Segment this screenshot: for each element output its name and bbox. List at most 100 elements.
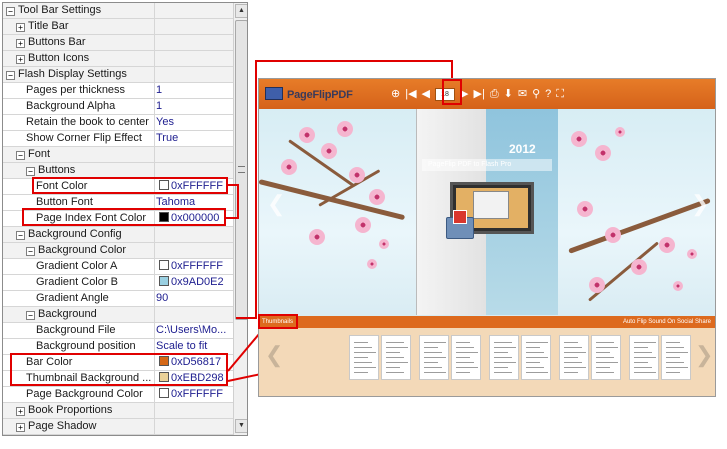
search-icon[interactable]: ⚲ [532, 87, 540, 101]
category-row[interactable]: − Tool Bar Settings [3, 3, 233, 19]
page-thumbnail[interactable] [381, 335, 411, 380]
category-row[interactable]: + Page Shadow [3, 419, 233, 435]
page-thumbnail[interactable] [489, 335, 519, 380]
fullscreen-icon[interactable]: ⛶ [556, 87, 564, 101]
collapse-icon[interactable]: − [6, 71, 15, 80]
property-value[interactable]: 0x000000 [156, 211, 233, 226]
next-arrow-icon[interactable]: ❯ [691, 191, 709, 217]
open-book[interactable]: 2012 PageFlip PDF to Flash Pro [416, 109, 558, 315]
next-page-icon[interactable]: ▶ [460, 87, 468, 101]
thumbnail-text-line [386, 347, 408, 348]
page-thumbnail[interactable] [419, 335, 449, 380]
page-thumbnail[interactable] [349, 335, 379, 380]
property-row[interactable]: Gradient Color A 0xFFFFFF [3, 259, 233, 275]
property-value [156, 3, 233, 18]
thumbnail-text-line [526, 352, 544, 353]
thumbnails-tab[interactable]: Thumbnails [262, 317, 293, 327]
property-value[interactable]: 1 [156, 83, 233, 98]
category-row[interactable]: − Font [3, 147, 233, 163]
category-row[interactable]: + Button Icons [3, 51, 233, 67]
collapse-icon[interactable]: − [16, 151, 25, 160]
category-row[interactable]: − Background [3, 307, 233, 323]
color-swatch[interactable] [159, 388, 169, 398]
property-row[interactable]: Button Font Tahoma [3, 195, 233, 211]
bottom-options[interactable]: Auto Flip Sound On Social Share [623, 317, 711, 327]
collapse-icon[interactable]: − [26, 247, 35, 256]
property-value[interactable]: 90 [156, 291, 233, 306]
thumb-next-arrow-icon[interactable]: ❯ [695, 342, 713, 368]
property-value[interactable]: 0x9AD0E2 [156, 275, 233, 290]
color-swatch[interactable] [159, 212, 169, 222]
property-value[interactable]: Yes [156, 115, 233, 130]
page-thumbnail[interactable] [559, 335, 589, 380]
vertical-scrollbar[interactable]: ▲ ▼ [233, 3, 247, 435]
color-swatch[interactable] [159, 356, 169, 366]
page-thumbnail[interactable] [629, 335, 659, 380]
property-value[interactable]: True [156, 131, 233, 146]
property-value-text: 0x000000 [171, 212, 220, 224]
thumbnail-text-line [666, 347, 684, 348]
expand-icon[interactable]: + [16, 55, 25, 64]
page-thumbnail[interactable] [451, 335, 481, 380]
color-swatch[interactable] [159, 180, 169, 190]
prev-arrow-icon[interactable]: ❮ [267, 191, 285, 217]
page-thumbnail[interactable] [521, 335, 551, 380]
email-icon[interactable]: ✉ [518, 87, 527, 101]
last-page-icon[interactable]: ▶| [473, 87, 484, 101]
category-row[interactable]: + Book Proportions [3, 403, 233, 419]
property-row[interactable]: Bar Color 0xD56817 [3, 355, 233, 371]
property-value[interactable]: 0xFFFFFF [156, 179, 233, 194]
color-swatch[interactable] [159, 372, 169, 382]
expand-icon[interactable]: + [16, 23, 25, 32]
expand-icon[interactable]: + [16, 39, 25, 48]
prev-page-icon[interactable]: ◀ [422, 87, 430, 101]
scrollbar-thumb[interactable] [235, 20, 247, 320]
page-thumbnail[interactable] [591, 335, 621, 380]
zoom-in-icon[interactable]: ⊕ [391, 87, 400, 101]
property-row[interactable]: Font Color 0xFFFFFF [3, 179, 233, 195]
property-value[interactable]: Tahoma [156, 195, 233, 210]
collapse-icon[interactable]: − [16, 231, 25, 240]
download-icon[interactable]: ⬇ [504, 87, 513, 101]
property-value[interactable]: 1 [156, 99, 233, 114]
property-row[interactable]: Background position Scale to fit [3, 339, 233, 355]
property-row[interactable]: Show Corner Flip Effect True [3, 131, 233, 147]
category-row[interactable]: + Buttons Bar [3, 35, 233, 51]
category-row[interactable]: − Background Color [3, 243, 233, 259]
first-page-icon[interactable]: |◀ [405, 87, 416, 101]
scroll-up-arrow-icon[interactable]: ▲ [235, 4, 247, 18]
property-row[interactable]: Pages per thickness 1 [3, 83, 233, 99]
category-row[interactable]: − Background Config [3, 227, 233, 243]
help-icon[interactable]: ? [545, 87, 551, 101]
property-value[interactable]: 0xD56817 [156, 355, 233, 370]
scroll-down-arrow-icon[interactable]: ▼ [235, 419, 247, 433]
property-row[interactable]: Background Alpha 1 [3, 99, 233, 115]
collapse-icon[interactable]: − [26, 311, 35, 320]
category-row[interactable]: − Buttons [3, 163, 233, 179]
category-row[interactable]: + Title Bar [3, 19, 233, 35]
property-row[interactable]: Background File C:\Users\Mo... [3, 323, 233, 339]
property-row[interactable]: Gradient Color B 0x9AD0E2 [3, 275, 233, 291]
property-value[interactable]: 0xEBD298 [156, 371, 233, 386]
thumbnail-text-line [354, 357, 368, 358]
collapse-icon[interactable]: − [6, 7, 15, 16]
property-value[interactable]: Scale to fit [156, 339, 233, 354]
expand-icon[interactable]: + [16, 423, 25, 432]
property-value[interactable]: C:\Users\Mo... [156, 323, 233, 338]
property-row[interactable]: Page Background Color 0xFFFFFF [3, 387, 233, 403]
category-row[interactable]: − Flash Display Settings [3, 67, 233, 83]
property-value[interactable]: 0xFFFFFF [156, 387, 233, 402]
thumb-prev-arrow-icon[interactable]: ❮ [265, 342, 283, 368]
color-swatch[interactable] [159, 260, 169, 270]
expand-icon[interactable]: + [16, 407, 25, 416]
color-swatch[interactable] [159, 276, 169, 286]
collapse-icon[interactable]: − [26, 167, 35, 176]
property-row[interactable]: Page Index Font Color 0x000000 [3, 211, 233, 227]
property-value[interactable]: 0xFFFFFF [156, 259, 233, 274]
property-row[interactable]: Retain the book to center Yes [3, 115, 233, 131]
property-row[interactable]: Thumbnail Background ... 0xEBD298 [3, 371, 233, 387]
page-number-input[interactable]: 18 [435, 87, 456, 101]
print-icon[interactable]: ⎙ [490, 87, 499, 101]
page-thumbnail[interactable] [661, 335, 691, 380]
property-row[interactable]: Gradient Angle 90 [3, 291, 233, 307]
